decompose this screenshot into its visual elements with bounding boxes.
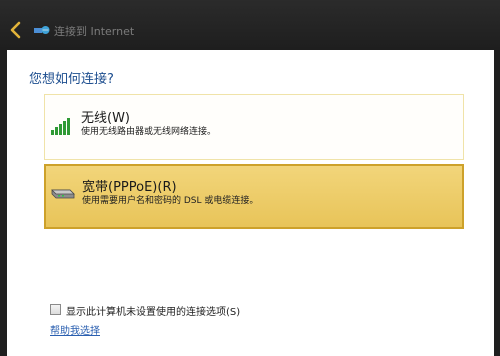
- back-button[interactable]: [6, 20, 26, 40]
- wireless-signal-icon: [51, 118, 70, 135]
- broadband-modem-icon: [51, 189, 75, 199]
- option-broadband-pppoe[interactable]: 宽带(PPPoE)(R) 使用需要用户名和密码的 DSL 或电缆连接。: [44, 164, 464, 229]
- option-wireless[interactable]: 无线(W) 使用无线路由器或无线网络连接。: [44, 94, 464, 160]
- wizard-page: 您想如何连接? 无线(W) 使用无线路由器或无线网络连接。 宽带(PPPoE)(…: [7, 50, 494, 356]
- back-arrow-icon: [10, 21, 21, 39]
- help-me-choose-link[interactable]: 帮助我选择: [50, 322, 100, 337]
- show-unconfigured-label[interactable]: 显示此计算机未设置使用的连接选项(S): [66, 303, 240, 318]
- window-title: 连接到 Internet: [54, 25, 135, 38]
- title-bar: 连接到 Internet: [0, 0, 500, 50]
- option-broadband-description: 使用需要用户名和密码的 DSL 或电缆连接。: [82, 196, 259, 206]
- network-globe-icon: [34, 26, 50, 34]
- page-question: 您想如何连接?: [29, 72, 114, 87]
- option-wireless-description: 使用无线路由器或无线网络连接。: [81, 127, 217, 137]
- show-unconfigured-checkbox[interactable]: [50, 304, 61, 315]
